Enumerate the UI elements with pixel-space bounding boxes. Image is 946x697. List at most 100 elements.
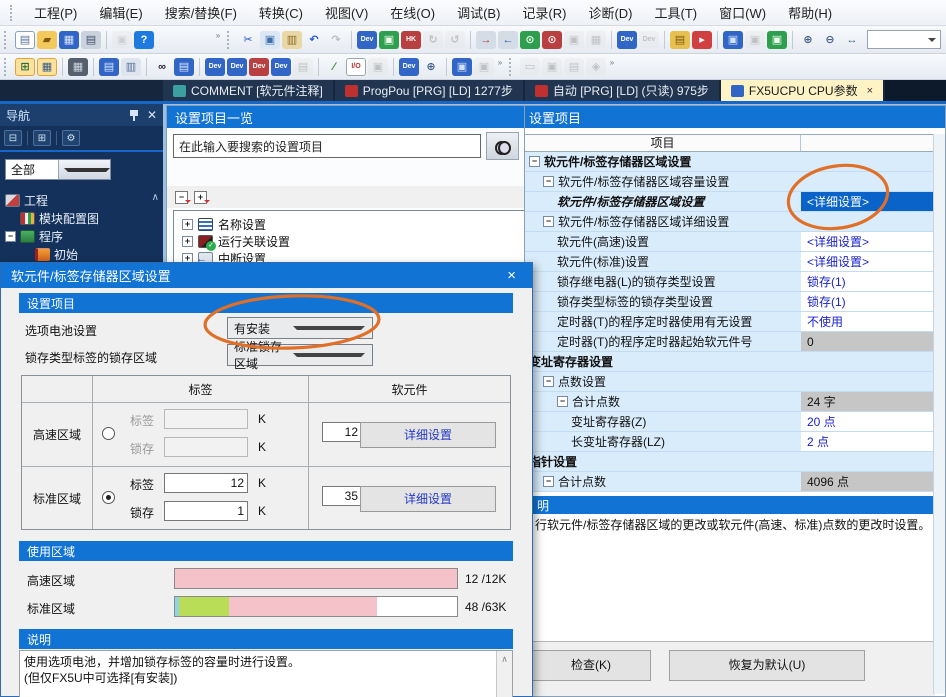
- settings-row-value[interactable]: 2 点: [801, 432, 935, 452]
- settings-row-value[interactable]: <详细设置>: [801, 252, 935, 272]
- collapse-icon[interactable]: −: [543, 476, 554, 487]
- settings-row[interactable]: 定时器(T)的程序定时器使用有无设置不使用: [525, 312, 935, 332]
- list-blue-icon[interactable]: ▤: [99, 58, 119, 76]
- watch-check-icon[interactable]: ▣: [767, 31, 787, 49]
- paste-icon[interactable]: ▥: [282, 31, 302, 49]
- expand-all-icon[interactable]: +: [194, 191, 207, 204]
- standard-detail-button[interactable]: 详细设置: [360, 486, 496, 512]
- menu-item-7[interactable]: 调试(B): [446, 0, 511, 26]
- print-icon[interactable]: ▤: [81, 31, 101, 49]
- toolbar-overflow-icon[interactable]: »: [607, 58, 617, 76]
- settings-row[interactable]: 变址寄存器(Z)20 点: [525, 412, 935, 432]
- verify-red-icon[interactable]: ⊙: [542, 31, 562, 49]
- settings-row[interactable]: 长变址寄存器(LZ)2 点: [525, 432, 935, 452]
- description-scrollbar[interactable]: ∧: [496, 651, 512, 697]
- high-speed-radio[interactable]: [102, 427, 115, 440]
- close-icon[interactable]: ×: [501, 267, 522, 284]
- setting-tree-item-2[interactable]: +运行关联设置: [182, 233, 290, 249]
- restore-default-button[interactable]: 恢复为默认(U): [669, 650, 865, 681]
- settings-row[interactable]: 软元件(标准)设置<详细设置>: [525, 252, 935, 272]
- menu-item-9[interactable]: 诊断(D): [577, 0, 643, 26]
- pin-icon[interactable]: [129, 109, 139, 121]
- doc-find-icon[interactable]: ▤: [174, 58, 194, 76]
- device-monitor-icon[interactable]: Dev: [617, 31, 637, 49]
- search-button[interactable]: [486, 132, 519, 160]
- cut-icon[interactable]: ✂: [238, 31, 258, 49]
- standard-latch-input[interactable]: [164, 501, 248, 521]
- copy-icon[interactable]: ▣: [260, 31, 280, 49]
- high-speed-detail-button[interactable]: 详细设置: [360, 422, 496, 448]
- help-icon[interactable]: ?: [134, 31, 154, 49]
- dialog-title-bar[interactable]: 软元件/标签存储器区域设置 ×: [1, 263, 532, 288]
- settings-row-value[interactable]: 锁存(1): [801, 272, 935, 292]
- settings-row-value[interactable]: 0: [801, 332, 935, 352]
- read-from-plc-icon[interactable]: ←: [498, 31, 518, 49]
- settings-row-value[interactable]: 20 点: [801, 412, 935, 432]
- chevron-down-icon[interactable]: [58, 160, 111, 179]
- scroll-up-icon[interactable]: ∧: [152, 192, 159, 203]
- settings-row[interactable]: −软元件/标签存储器区域详细设置: [525, 212, 935, 232]
- device-find-icon[interactable]: Dev: [357, 31, 377, 49]
- menu-item-11[interactable]: 窗口(W): [708, 0, 777, 26]
- unit-chip-icon[interactable]: ▦: [68, 58, 88, 76]
- zoom-in-icon[interactable]: ⊕: [798, 31, 818, 49]
- settings-row[interactable]: 变址寄存器设置: [525, 352, 935, 372]
- new-file-icon[interactable]: ▤: [15, 31, 35, 49]
- high-speed-device-input[interactable]: [322, 422, 362, 442]
- menu-item-8[interactable]: 记录(R): [511, 0, 577, 26]
- list-gray-icon[interactable]: ▥: [121, 58, 141, 76]
- nav-expand-icon[interactable]: ⊞: [33, 130, 51, 146]
- menu-item-1[interactable]: 工程(P): [23, 0, 88, 26]
- tab-2[interactable]: ProgPou [PRG] [LD] 1277步: [335, 80, 523, 101]
- save-icon[interactable]: ▦: [59, 31, 79, 49]
- nav-settings-gear-icon[interactable]: ⚙: [62, 130, 80, 146]
- device-a-icon[interactable]: Dev: [205, 58, 225, 76]
- nav-collapse-icon[interactable]: ⊟: [4, 130, 22, 146]
- device-b-icon[interactable]: Dev: [271, 58, 291, 76]
- monitor-zoom-icon[interactable]: ▣: [452, 58, 472, 76]
- collapse-all-icon[interactable]: −: [175, 191, 188, 204]
- menu-item-4[interactable]: 转换(C): [248, 0, 314, 26]
- device-grid-icon[interactable]: Dev: [227, 58, 247, 76]
- list-dim-icon[interactable]: ▤: [564, 58, 584, 76]
- fit-width-icon[interactable]: ↔: [842, 31, 862, 49]
- monitor-dim-icon[interactable]: ▣: [474, 58, 494, 76]
- monitor-a-icon[interactable]: ▣: [564, 31, 584, 49]
- comment-icon[interactable]: ▤: [670, 31, 690, 49]
- monitor-b-icon[interactable]: ▦: [586, 31, 606, 49]
- collapse-icon[interactable]: −: [5, 231, 16, 242]
- settings-row-value[interactable]: <详细设置>: [801, 192, 935, 212]
- monitor-find-icon[interactable]: ▣: [379, 31, 399, 49]
- toolbar-dropdown[interactable]: [867, 30, 941, 49]
- device-eye-icon[interactable]: Dev: [399, 58, 419, 76]
- sync-write-icon[interactable]: ↺: [445, 31, 465, 49]
- nav-filter-dropdown[interactable]: 全部: [5, 159, 111, 180]
- settings-row-value[interactable]: [801, 152, 935, 172]
- search-input[interactable]: 在此输入要搜索的设置项目: [173, 134, 481, 158]
- device-monitor-off-icon[interactable]: Dev: [639, 31, 659, 49]
- nav-item-初始[interactable]: 初始: [35, 246, 78, 262]
- cross-dim-icon[interactable]: ◈: [586, 58, 606, 76]
- settings-row[interactable]: −点数设置: [525, 372, 935, 392]
- step-run-icon[interactable]: ▸: [692, 31, 712, 49]
- write-to-plc-icon[interactable]: →: [476, 31, 496, 49]
- watch-start-icon[interactable]: ▣: [723, 31, 743, 49]
- toolbar-overflow-icon[interactable]: »: [213, 31, 223, 49]
- expand-icon[interactable]: +: [182, 236, 193, 247]
- collapse-icon[interactable]: −: [557, 396, 568, 407]
- menu-item-3[interactable]: 搜索/替换(F): [154, 0, 248, 26]
- sync-read-icon[interactable]: ↻: [423, 31, 443, 49]
- nav-item-模块配置图[interactable]: 模块配置图: [20, 210, 99, 226]
- edit-declaration-icon[interactable]: ∕: [324, 58, 344, 76]
- tab-1[interactable]: COMMENT [软元件注释]: [163, 80, 333, 101]
- collapse-icon[interactable]: −: [529, 156, 540, 167]
- nav-item-工程[interactable]: 工程: [5, 192, 48, 208]
- settings-row[interactable]: −合计点数4096 点: [525, 472, 935, 492]
- settings-row-value[interactable]: 锁存(1): [801, 292, 935, 312]
- settings-row-value[interactable]: <详细设置>: [801, 232, 935, 252]
- tab-close-icon[interactable]: ×: [867, 85, 873, 97]
- undo-icon[interactable]: ↶: [304, 31, 324, 49]
- settings-row[interactable]: −软元件/标签存储器区域容量设置: [525, 172, 935, 192]
- device-search-icon[interactable]: ⊕: [421, 58, 441, 76]
- close-icon[interactable]: ✕: [147, 108, 157, 122]
